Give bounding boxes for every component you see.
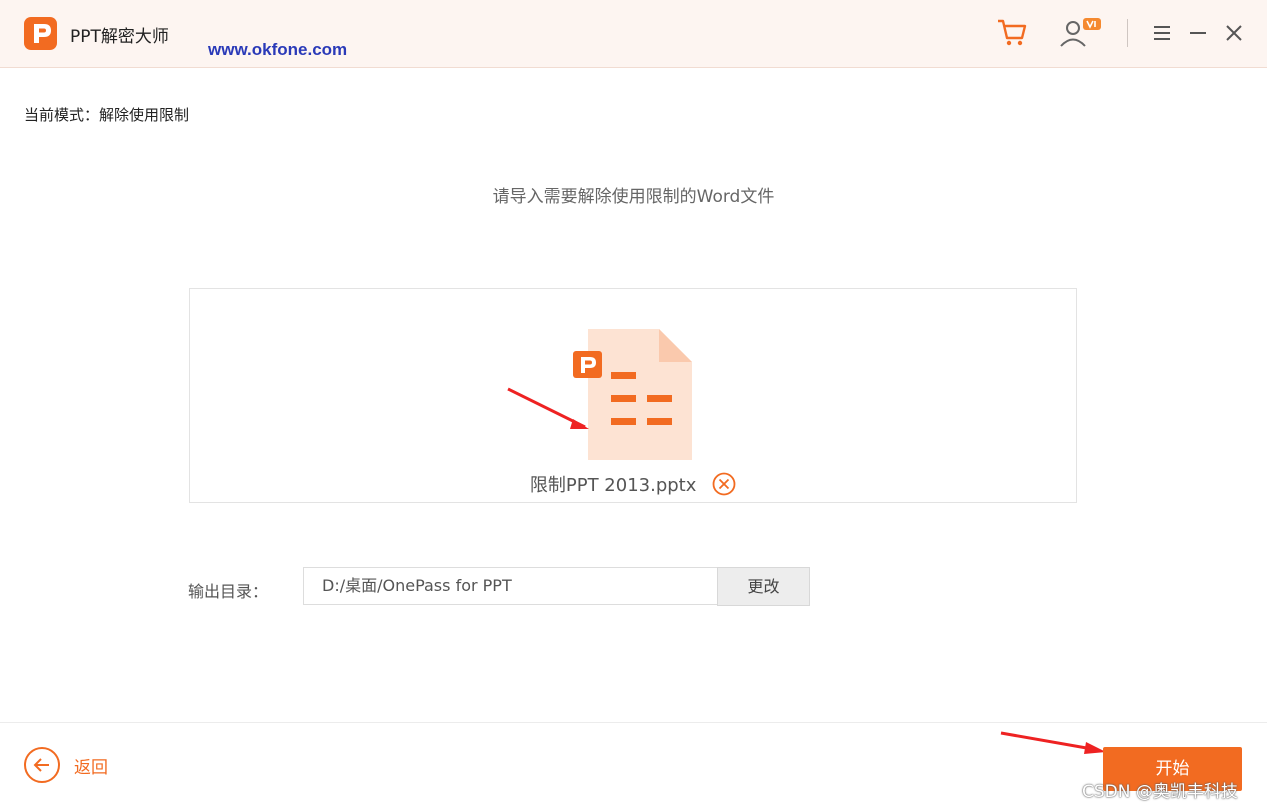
- import-prompt: 请导入需要解除使用限制的Word文件: [492, 187, 775, 207]
- cart-icon[interactable]: [996, 16, 1028, 52]
- back-arrow-icon: [24, 747, 60, 783]
- file-row: 限制PPT 2013.pptx: [190, 471, 1076, 501]
- back-label: 返回: [74, 757, 108, 778]
- user-vip-icon[interactable]: [1058, 15, 1104, 53]
- annotation-arrow-start: [1000, 731, 1106, 754]
- titlebar-separator: [1127, 19, 1128, 47]
- change-dir-button[interactable]: 更改: [717, 567, 810, 606]
- output-path-field[interactable]: [303, 567, 717, 605]
- csdn-watermark: CSDN @奥凯丰科技: [1082, 782, 1238, 802]
- pptx-file-icon[interactable]: [573, 329, 693, 465]
- title-bar: PPT解密大师 www.okfone.com: [0, 0, 1267, 68]
- watermark-url: www.okfone.com: [208, 40, 348, 59]
- file-drop-zone[interactable]: 限制PPT 2013.pptx: [189, 288, 1077, 503]
- current-mode-label: 当前模式：解除使用限制: [24, 106, 190, 124]
- app-logo: [24, 17, 57, 50]
- minimize-icon[interactable]: [1188, 23, 1208, 47]
- logo-p-icon: [34, 24, 51, 43]
- back-button[interactable]: 返回: [24, 747, 108, 783]
- footer-divider: [0, 722, 1267, 723]
- output-dir-label: 输出目录：: [188, 582, 269, 601]
- file-name: 限制PPT 2013.pptx: [529, 475, 697, 496]
- app-title: PPT解密大师: [70, 27, 169, 47]
- menu-icon[interactable]: [1152, 23, 1172, 47]
- close-icon[interactable]: [1224, 23, 1244, 47]
- remove-file-icon[interactable]: [712, 472, 736, 501]
